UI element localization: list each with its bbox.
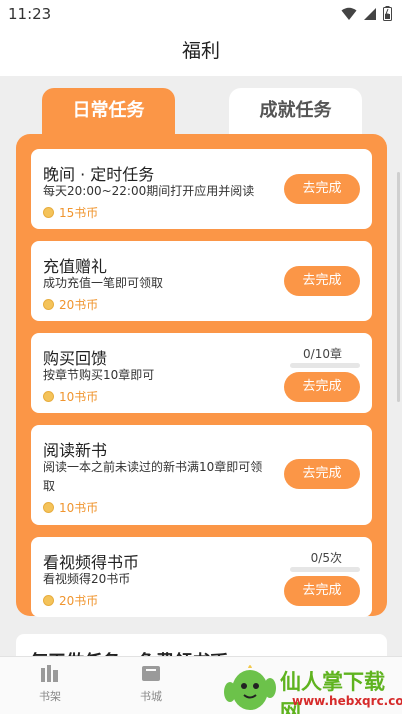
task-reward-label: 20书币	[59, 594, 99, 608]
tab-daily-tasks[interactable]: 日常任务	[42, 88, 175, 136]
task-reward-label: 20书币	[59, 298, 99, 312]
task-panel: 晚间 · 定时任务 每天20:00~22:00期间打开应用并阅读 15书币 去完…	[16, 134, 387, 617]
bookstore-icon	[142, 666, 160, 681]
task-desc: 按章节购买10章即可	[43, 368, 155, 382]
task-tabs: 日常任务 成就任务	[0, 76, 402, 136]
coin-icon	[43, 502, 54, 513]
main-content: 日常任务 成就任务 晚间 · 定时任务 每天20:00~22:00期间打开应用并…	[0, 76, 402, 656]
nav-label: 书架	[39, 690, 61, 703]
bookshelf-icon	[41, 665, 58, 682]
watermark: 仙人掌下载网 www.hebxqrc.com	[222, 662, 402, 714]
status-icons	[341, 6, 392, 21]
scrollbar[interactable]	[397, 172, 400, 402]
battery-icon	[383, 6, 392, 21]
coin-icon	[43, 299, 54, 310]
task-progress-text: 0/10章	[303, 347, 342, 361]
task-progress-bar	[290, 567, 360, 572]
task-progress-bar	[290, 363, 360, 368]
coin-icon	[43, 595, 54, 606]
task-reward-label: 10书币	[59, 390, 99, 404]
section-title: 每天做任务，免费领书币	[30, 648, 228, 656]
task-desc: 看视频得20书币	[43, 572, 131, 586]
coin-icon	[43, 391, 54, 402]
go-complete-button[interactable]: 去完成	[284, 372, 360, 402]
task-reward-label: 15书币	[59, 206, 99, 220]
tab-achievement-tasks[interactable]: 成就任务	[229, 88, 362, 136]
task-reward: 10书币	[43, 499, 98, 516]
watermark-url: www.hebxqrc.com	[292, 694, 402, 708]
go-complete-button[interactable]: 去完成	[284, 174, 360, 204]
task-card-evening: 晚间 · 定时任务 每天20:00~22:00期间打开应用并阅读 15书币 去完…	[31, 149, 372, 229]
signal-icon	[364, 7, 376, 20]
task-reward-label: 10书币	[59, 501, 99, 515]
go-complete-button[interactable]: 去完成	[284, 266, 360, 296]
go-complete-button[interactable]: 去完成	[284, 459, 360, 489]
task-card-video: 看视频得书币 看视频得20书币 20书币 0/5次 去完成	[31, 537, 372, 617]
task-card-new-book: 阅读新书 阅读一本之前未读过的新书满10章即可领取 10书币 去完成	[31, 425, 372, 525]
task-desc: 每天20:00~22:00期间打开应用并阅读	[43, 184, 255, 198]
task-reward: 15书币	[43, 204, 98, 221]
task-desc: 成功充值一笔即可领取	[43, 276, 164, 290]
task-progress-text: 0/5次	[310, 551, 342, 565]
wifi-icon	[341, 7, 357, 20]
daily-tasks-section: 每天做任务，免费领书币	[16, 634, 387, 656]
task-desc: 阅读一本之前未读过的新书满10章即可领取	[43, 460, 263, 493]
task-card-recharge: 充值赠礼 成功充值一笔即可领取 20书币 去完成	[31, 241, 372, 321]
nav-label: 书城	[140, 690, 162, 703]
go-complete-button[interactable]: 去完成	[284, 576, 360, 606]
coin-icon	[43, 207, 54, 218]
task-reward: 20书币	[43, 296, 98, 313]
task-reward: 20书币	[43, 592, 98, 609]
task-card-purchase: 购买回馈 按章节购买10章即可 10书币 0/10章 去完成	[31, 333, 372, 413]
nav-item-bookshelf[interactable]: 书架	[20, 663, 80, 704]
page-title: 福利	[181, 40, 220, 62]
cactus-logo-icon	[224, 665, 276, 710]
task-reward: 10书币	[43, 388, 98, 405]
nav-item-bookstore[interactable]: 书城	[121, 663, 181, 704]
title-bar: 福利	[0, 28, 402, 74]
status-time: 11:23	[8, 5, 52, 23]
status-bar: 11:23	[0, 0, 402, 28]
